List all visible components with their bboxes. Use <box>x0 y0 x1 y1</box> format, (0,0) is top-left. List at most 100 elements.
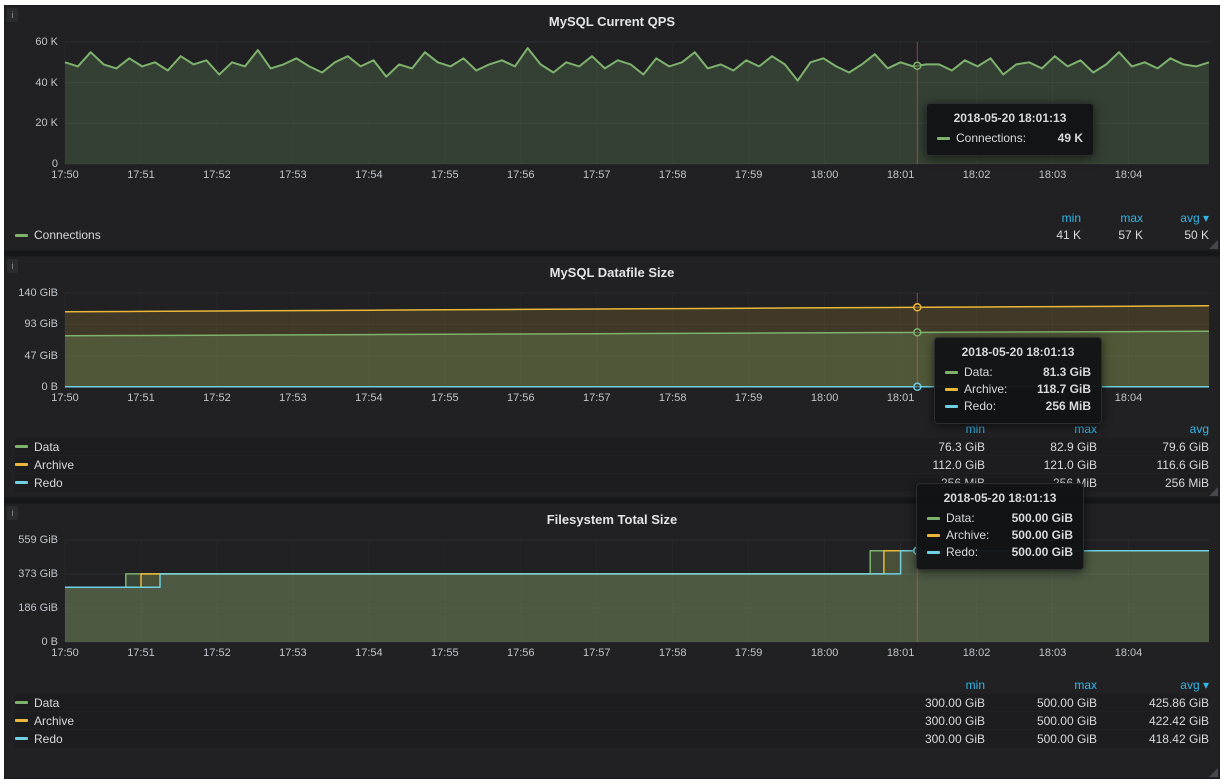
panel-resize-handle-icon[interactable] <box>1209 240 1218 249</box>
tooltip-row: Archive: 118.7 GiB <box>945 381 1091 398</box>
legend-min-value: 300.00 GiB <box>873 714 985 728</box>
grafana-dashboard: i MySQL Current QPS 020 K40 K60 K 17:501… <box>4 5 1220 779</box>
y-axis: 0 B186 GiB373 GiB559 GiB <box>15 536 65 644</box>
x-tick-label: 17:51 <box>127 647 155 659</box>
x-tick-label: 17:58 <box>659 169 687 181</box>
x-tick-label: 18:03 <box>1039 169 1067 181</box>
panel-info-icon[interactable]: i <box>7 506 18 520</box>
legend-series-connections[interactable]: Connections <box>15 228 1019 242</box>
legend-max-value: 500.00 GiB <box>985 732 1097 746</box>
tooltip-series-label: Data: <box>946 510 975 527</box>
x-tick-label: 17:56 <box>507 647 535 659</box>
tooltip-series-label: Redo: <box>964 398 996 415</box>
series-color-swatch-icon <box>945 371 958 374</box>
legend-sort-min[interactable]: min <box>1019 211 1081 225</box>
x-tick-label: 17:51 <box>127 169 155 181</box>
tooltip-series-value: 500.00 GiB <box>998 544 1073 561</box>
x-tick-label: 17:53 <box>279 647 307 659</box>
legend-series-redo[interactable]: Redo <box>15 732 873 746</box>
x-tick-label: 17:52 <box>203 647 231 659</box>
panel-info-icon[interactable]: i <box>7 259 18 273</box>
y-tick-label: 47 GiB <box>24 350 58 362</box>
y-axis: 0 B47 GiB93 GiB140 GiB <box>15 289 65 389</box>
legend-avg-value: 79.6 GiB <box>1097 440 1209 454</box>
y-axis: 020 K40 K60 K <box>15 38 65 166</box>
x-tick-label: 18:04 <box>1115 392 1143 404</box>
series-color-swatch-icon <box>945 388 958 391</box>
series-color-swatch-icon <box>927 551 940 554</box>
tooltip-timestamp: 2018-05-20 18:01:13 <box>927 491 1073 505</box>
x-tick-label: 17:53 <box>279 169 307 181</box>
tooltip-series-label: Archive: <box>946 527 989 544</box>
tooltip-series-value: 81.3 GiB <box>1029 364 1091 381</box>
legend-series-label: Redo <box>34 476 63 490</box>
tooltip-series-label: Redo: <box>946 544 978 561</box>
series-color-swatch-icon <box>15 737 28 740</box>
panel-resize-handle-icon[interactable] <box>1209 487 1218 496</box>
legend-series-data[interactable]: Data <box>15 696 873 710</box>
legend-max-value: 57 K <box>1081 228 1143 242</box>
tooltip-series-value: 49 K <box>1044 130 1083 147</box>
legend-sort-min[interactable]: min <box>873 678 985 692</box>
legend-header-row: min max avg ▾ <box>15 210 1209 226</box>
x-tick-label: 17:58 <box>659 392 687 404</box>
tooltip-row: Data: 81.3 GiB <box>945 364 1091 381</box>
legend-min-value: 112.0 GiB <box>873 458 985 472</box>
legend-avg-value: 116.6 GiB <box>1097 458 1209 472</box>
legend-max-value: 121.0 GiB <box>985 458 1097 472</box>
x-tick-label: 17:59 <box>735 169 763 181</box>
legend-sort-max[interactable]: max <box>985 678 1097 692</box>
tooltip-qps: 2018-05-20 18:01:13 Connections: 49 K <box>926 103 1094 156</box>
x-tick-label: 17:57 <box>583 392 611 404</box>
panel-resize-handle-icon[interactable] <box>1209 768 1218 777</box>
legend-series-redo[interactable]: Redo <box>15 476 873 490</box>
legend-sort-avg[interactable]: avg <box>1097 422 1209 436</box>
tooltip-timestamp: 2018-05-20 18:01:13 <box>945 345 1091 359</box>
x-tick-label: 17:51 <box>127 392 155 404</box>
x-tick-label: 17:50 <box>51 169 79 181</box>
tooltip-series-label: Archive: <box>964 381 1007 398</box>
legend-avg-value: 418.42 GiB <box>1097 732 1209 746</box>
legend: min max avg Data 76.3 GiB 82.9 GiB 79.6 … <box>15 421 1209 491</box>
legend-series-archive[interactable]: Archive <box>15 714 873 728</box>
tooltip-filesystem: 2018-05-20 18:01:13 Data: 500.00 GiB Arc… <box>916 483 1084 570</box>
x-tick-label: 18:01 <box>887 169 915 181</box>
y-tick-label: 40 K <box>35 77 58 89</box>
legend-series-label: Data <box>34 440 59 454</box>
x-tick-label: 18:02 <box>963 647 991 659</box>
legend-max-value: 500.00 GiB <box>985 714 1097 728</box>
legend-sort-avg[interactable]: avg ▾ <box>1097 678 1209 692</box>
legend-series-data[interactable]: Data <box>15 440 873 454</box>
y-tick-label: 60 K <box>35 36 58 48</box>
panel-info-icon[interactable]: i <box>7 8 18 22</box>
legend-min-value: 41 K <box>1019 228 1081 242</box>
legend-sort-avg[interactable]: avg ▾ <box>1143 211 1209 225</box>
x-tick-label: 17:50 <box>51 392 79 404</box>
x-tick-label: 17:52 <box>203 169 231 181</box>
tooltip-series-label: Connections: <box>956 130 1026 147</box>
legend-row-data: Data 76.3 GiB 82.9 GiB 79.6 GiB <box>15 438 1209 455</box>
legend-sort-max[interactable]: max <box>1081 211 1143 225</box>
legend-sort-max[interactable]: max <box>985 422 1097 436</box>
x-tick-label: 17:57 <box>583 169 611 181</box>
series-color-swatch-icon <box>15 234 28 237</box>
x-tick-label: 18:01 <box>887 392 915 404</box>
x-tick-label: 17:52 <box>203 392 231 404</box>
legend: min max avg ▾ Data 300.00 GiB 500.00 GiB… <box>15 677 1209 747</box>
tooltip-row: Data: 500.00 GiB <box>927 510 1073 527</box>
legend-avg-value: 50 K <box>1143 228 1209 242</box>
series-color-swatch-icon <box>15 481 28 484</box>
legend-min-value: 76.3 GiB <box>873 440 985 454</box>
tooltip-series-value: 500.00 GiB <box>998 527 1073 544</box>
panel-title[interactable]: MySQL Datafile Size <box>15 263 1209 283</box>
legend-series-archive[interactable]: Archive <box>15 458 873 472</box>
tooltip-row: Redo: 500.00 GiB <box>927 544 1073 561</box>
legend-sort-min[interactable]: min <box>873 422 985 436</box>
y-tick-label: 140 GiB <box>18 287 58 299</box>
legend: min max avg ▾ Connections 41 K 57 K 50 K <box>15 210 1209 244</box>
legend-min-value: 300.00 GiB <box>873 732 985 746</box>
legend-series-label: Data <box>34 696 59 710</box>
panel-title[interactable]: MySQL Current QPS <box>15 12 1209 32</box>
legend-row-data: Data 300.00 GiB 500.00 GiB 425.86 GiB <box>15 694 1209 711</box>
y-tick-label: 20 K <box>35 117 58 129</box>
